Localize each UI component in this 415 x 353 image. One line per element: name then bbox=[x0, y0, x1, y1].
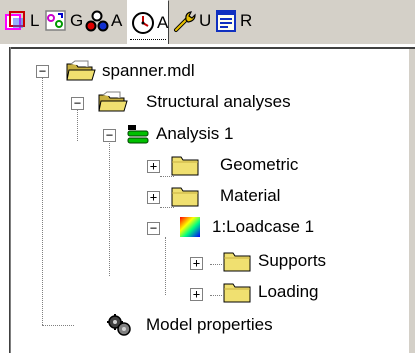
panel-left-border bbox=[9, 47, 11, 353]
tree-node-label: Model properties bbox=[146, 315, 273, 334]
tab-assembly[interactable]: A bbox=[85, 2, 122, 40]
view-tab-bar: L G A A U R bbox=[0, 0, 415, 44]
tree-node-label: Material bbox=[220, 186, 281, 205]
tree-connector bbox=[210, 295, 222, 296]
layers-icon bbox=[4, 9, 28, 33]
expand-toggle[interactable]: + bbox=[190, 288, 203, 301]
expand-toggle[interactable]: + bbox=[190, 257, 203, 270]
folder-icon bbox=[170, 184, 200, 208]
tab-utilities-label: U bbox=[199, 11, 212, 30]
open-folder-icon bbox=[66, 59, 96, 83]
tree-connector bbox=[77, 109, 78, 141]
collapse-toggle[interactable]: − bbox=[147, 222, 160, 235]
model-tree-panel: − spanner.mdl − Structural analyses − An… bbox=[0, 44, 415, 353]
tree-connector bbox=[42, 325, 74, 326]
tab-report-label: R bbox=[240, 11, 253, 30]
tree-connector bbox=[210, 264, 222, 265]
tab-layers[interactable]: L bbox=[4, 2, 39, 40]
tree-node-label: Structural analyses bbox=[146, 92, 291, 111]
folder-icon bbox=[222, 280, 252, 304]
tree-node-label: Geometric bbox=[220, 155, 299, 174]
tab-report[interactable]: R bbox=[214, 2, 252, 40]
expand-toggle[interactable]: + bbox=[147, 191, 160, 204]
tab-analysis[interactable]: A bbox=[127, 0, 170, 44]
collapse-toggle[interactable]: − bbox=[36, 65, 49, 78]
tree-node-label: spanner.mdl bbox=[102, 61, 195, 80]
tree-node-label: Loading bbox=[258, 282, 319, 301]
panel-top-border bbox=[9, 47, 415, 49]
wrench-icon bbox=[173, 9, 197, 33]
tree-connector bbox=[165, 237, 166, 295]
expand-toggle[interactable]: + bbox=[147, 160, 160, 173]
tree-connector bbox=[109, 140, 110, 276]
tab-utilities[interactable]: U bbox=[173, 2, 211, 40]
tree-node-label: 1:Loadcase 1 bbox=[212, 217, 315, 236]
tree-node-label: Analysis 1 bbox=[156, 124, 234, 143]
collapse-toggle[interactable]: − bbox=[71, 97, 84, 110]
tab-layers-label: L bbox=[30, 11, 40, 30]
analysis-clock-icon bbox=[131, 11, 155, 35]
collapse-toggle[interactable]: − bbox=[103, 129, 116, 142]
folder-icon bbox=[170, 153, 200, 177]
analysis-icon bbox=[124, 122, 154, 146]
loadcase-icon bbox=[178, 215, 208, 239]
tab-analysis-label: A bbox=[157, 12, 169, 32]
tree-connector bbox=[42, 77, 43, 325]
tab-graph-label: G bbox=[70, 11, 84, 30]
gears-icon bbox=[104, 313, 134, 337]
tab-assembly-label: A bbox=[111, 11, 123, 30]
open-folder-icon bbox=[98, 90, 128, 114]
graph-icon bbox=[44, 9, 68, 33]
folder-icon bbox=[222, 249, 252, 273]
assembly-icon bbox=[85, 9, 109, 33]
tab-graph[interactable]: G bbox=[44, 2, 83, 40]
report-icon bbox=[214, 9, 238, 33]
panel-right-edge bbox=[409, 49, 415, 353]
tree-node-label: Supports bbox=[258, 251, 327, 270]
